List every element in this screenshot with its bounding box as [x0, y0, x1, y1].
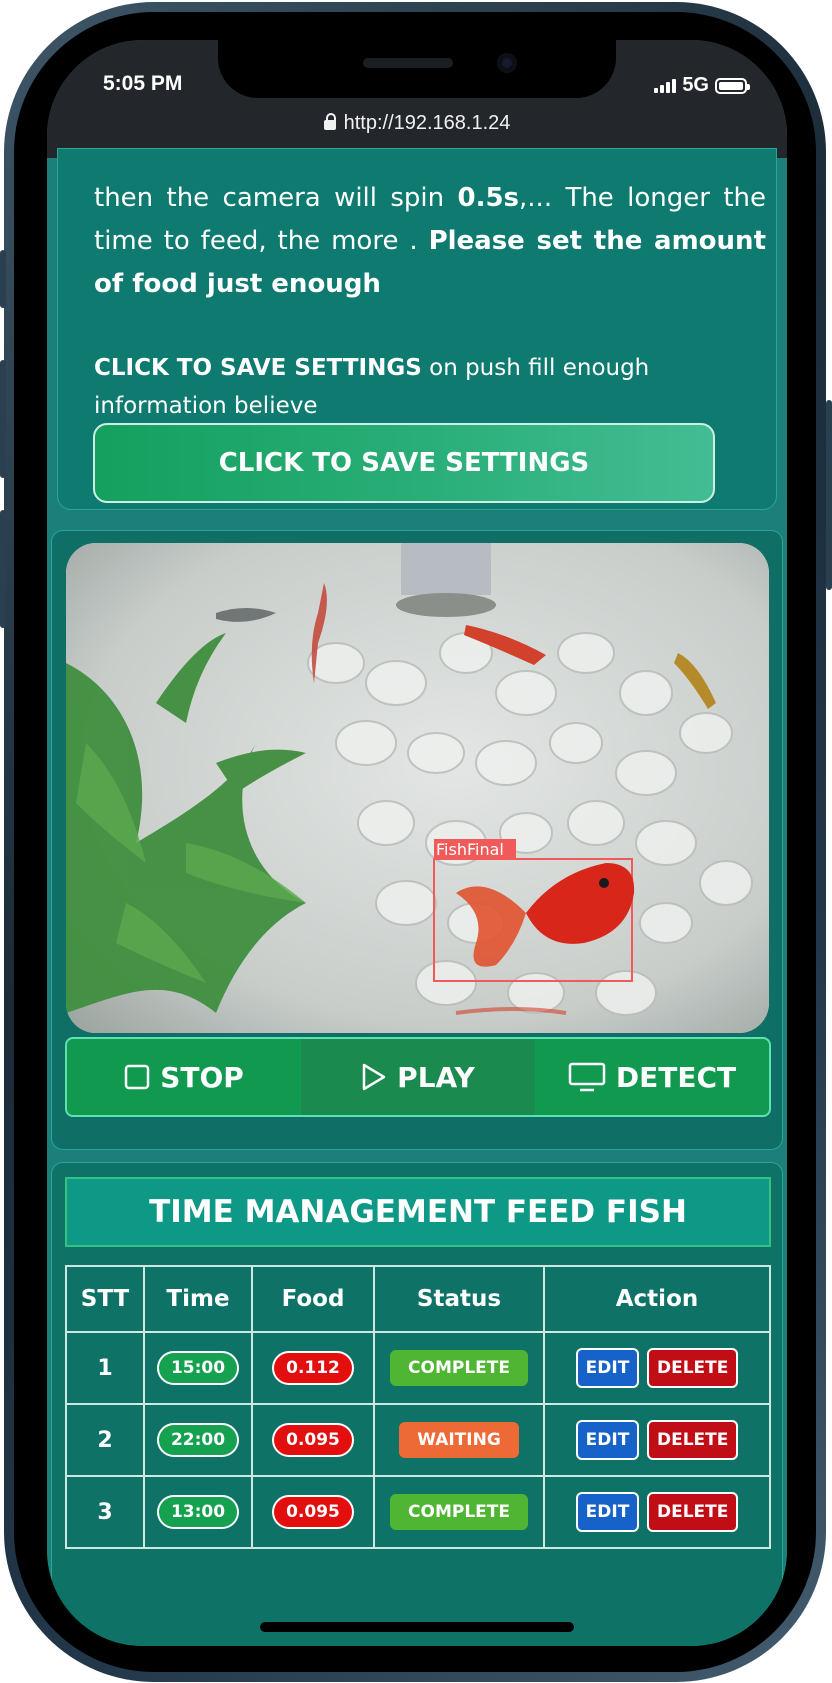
food-cell: 0.112 [251, 1331, 375, 1405]
monitor-icon [568, 1062, 606, 1092]
header-food: Food [251, 1265, 375, 1333]
url-text: http://192.168.1.24 [343, 112, 511, 134]
time-cell: 13:00 [143, 1475, 253, 1549]
food-badge: 0.095 [272, 1495, 354, 1529]
table-row: 3 13:00 0.095 COMPLETE EDIT DELETE [65, 1475, 771, 1549]
settings-panel: then the camera will spin 0.5s,... The l… [57, 148, 777, 510]
table-header-row: STT Time Food Status Action [65, 1265, 771, 1333]
stop-icon [124, 1064, 150, 1090]
time-badge: 15:00 [156, 1351, 240, 1385]
detect-label: DETECT [615, 1060, 737, 1094]
address-bar[interactable]: http://192.168.1.24 [47, 112, 787, 135]
time-badge: 22:00 [156, 1423, 240, 1457]
play-icon [362, 1063, 386, 1091]
status-cell: WAITING [373, 1403, 545, 1477]
camera-controls: STOP PLAY DETECT [65, 1037, 771, 1117]
row-stt: 2 [65, 1403, 145, 1477]
food-badge: 0.112 [272, 1351, 354, 1385]
action-cell: EDIT DELETE [543, 1403, 771, 1477]
lock-icon [323, 113, 336, 130]
volume-down-button [0, 510, 6, 628]
notch [218, 40, 616, 98]
speaker-grille [363, 58, 453, 68]
feed-schedule-panel: TIME MANAGEMENT FEED FISH STT Time Food … [51, 1162, 783, 1646]
time-cell: 22:00 [143, 1403, 253, 1477]
status-cell: COMPLETE [373, 1475, 545, 1549]
schedule-title: TIME MANAGEMENT FEED FISH [65, 1177, 771, 1247]
volume-button [0, 250, 6, 308]
table-row: 1 15:00 0.112 COMPLETE EDIT DELETE [65, 1331, 771, 1405]
instructions-duration: 0.5s [457, 183, 520, 213]
power-button [826, 400, 832, 590]
row-stt: 1 [65, 1331, 145, 1405]
schedule-table: STT Time Food Status Action 1 15:00 0.11… [65, 1265, 771, 1549]
instructions-text: then the camera will spin [94, 183, 458, 213]
edit-button[interactable]: EDIT [575, 1348, 640, 1388]
network-type: 5G [682, 74, 709, 96]
stop-label: STOP [160, 1060, 244, 1094]
feeding-instructions: then the camera will spin 0.5s,... The l… [94, 177, 766, 306]
status-badge: COMPLETE [390, 1494, 528, 1530]
battery-icon [715, 77, 750, 94]
food-cell: 0.095 [251, 1475, 375, 1549]
time-badge: 13:00 [156, 1495, 240, 1529]
header-action: Action [543, 1265, 771, 1333]
save-note-bold: CLICK TO SAVE SETTINGS [94, 355, 422, 381]
header-status: Status [373, 1265, 545, 1333]
detection-label: FishFinal [436, 840, 504, 859]
action-cell: EDIT DELETE [543, 1475, 771, 1549]
header-time: Time [143, 1265, 253, 1333]
browser-top-bar: 5:05 PM 5G http://192.168.1.24 [47, 40, 787, 158]
volume-up-button [0, 360, 6, 478]
food-cell: 0.095 [251, 1403, 375, 1477]
table-row: 2 22:00 0.095 WAITING EDIT DELETE [65, 1403, 771, 1477]
row-stt: 3 [65, 1475, 145, 1549]
status-badge: WAITING [399, 1422, 519, 1458]
aquarium-image: FishFinal [66, 543, 769, 1033]
header-stt: STT [65, 1265, 145, 1333]
signal-icon [654, 78, 677, 93]
food-badge: 0.095 [272, 1423, 354, 1457]
page-content: then the camera will spin 0.5s,... The l… [47, 148, 787, 1646]
save-note: CLICK TO SAVE SETTINGS on push fill enou… [94, 349, 766, 425]
camera-feed: FishFinal [66, 543, 769, 1033]
delete-button[interactable]: DELETE [646, 1420, 739, 1460]
status-time: 5:05 PM [103, 72, 183, 95]
stop-button[interactable]: STOP [67, 1039, 301, 1115]
save-settings-button[interactable]: CLICK TO SAVE SETTINGS [93, 423, 715, 503]
status-cell: COMPLETE [373, 1331, 545, 1405]
time-cell: 15:00 [143, 1331, 253, 1405]
play-label: PLAY [397, 1060, 475, 1094]
home-indicator [260, 1622, 574, 1632]
detect-button[interactable]: DETECT [535, 1039, 769, 1115]
play-button[interactable]: PLAY [301, 1039, 535, 1115]
edit-button[interactable]: EDIT [575, 1420, 640, 1460]
camera-panel: FishFinal STOP PLAY DETECT [51, 530, 783, 1150]
front-camera-icon [497, 53, 517, 73]
delete-button[interactable]: DELETE [646, 1348, 739, 1388]
edit-button[interactable]: EDIT [575, 1492, 640, 1532]
status-badge: COMPLETE [390, 1350, 528, 1386]
status-indicators: 5G [654, 74, 750, 97]
phone-screen: 5:05 PM 5G http://192.168.1.24 then the … [47, 40, 787, 1646]
action-cell: EDIT DELETE [543, 1331, 771, 1405]
delete-button[interactable]: DELETE [646, 1492, 739, 1532]
